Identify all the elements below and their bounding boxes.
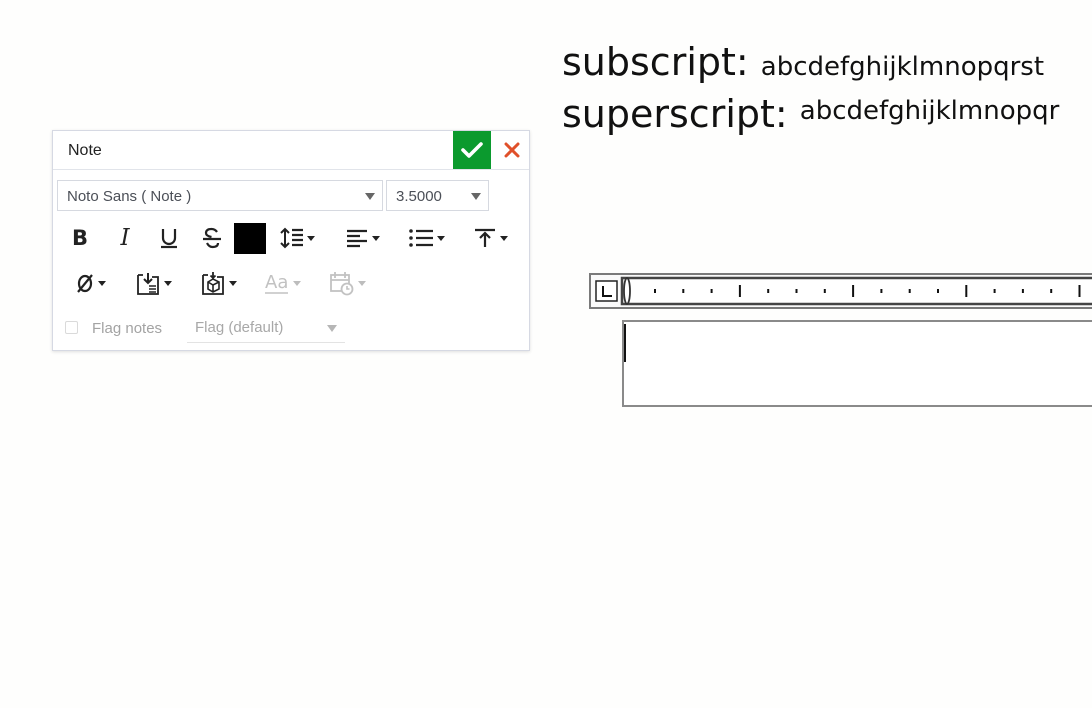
bold-icon: B — [71, 226, 88, 250]
vertical-align-top-icon — [474, 228, 495, 247]
text-color-swatch[interactable] — [234, 223, 266, 254]
subscript-line: subscript: abcdefghijklmnopqrst — [562, 40, 1044, 84]
alignment-button[interactable] — [338, 223, 386, 253]
date-time-button — [323, 268, 371, 298]
strikethrough-button[interactable] — [197, 223, 227, 253]
chevron-down-icon — [97, 280, 106, 286]
text-case-icon: Aa — [264, 272, 288, 294]
text-ruler[interactable] — [589, 273, 1092, 309]
diameter-symbol-icon — [76, 274, 93, 293]
cancel-button[interactable] — [496, 131, 528, 169]
chevron-down-icon — [371, 235, 380, 241]
chevron-down-icon — [436, 235, 445, 241]
chevron-down-icon — [471, 193, 481, 200]
line-spacing-icon — [279, 227, 303, 249]
chevron-down-icon — [357, 280, 366, 286]
bulleted-list-icon — [408, 229, 433, 247]
insert-reference-button[interactable] — [129, 268, 177, 298]
flag-notes-label: Flag notes — [92, 320, 163, 337]
insert-part-property-icon — [201, 272, 224, 295]
line-spacing-button[interactable] — [273, 223, 321, 253]
subscript-sample: abcdefghijklmnopqrst — [760, 52, 1045, 82]
italic-button[interactable]: I — [110, 223, 140, 253]
strikethrough-icon — [203, 227, 221, 249]
accept-button[interactable] — [453, 131, 491, 169]
italic-icon: I — [120, 225, 130, 251]
font-size-value: 3.5000 — [396, 188, 442, 205]
text-caret — [624, 324, 626, 362]
text-case-button: Aa — [258, 268, 306, 298]
superscript-label: superscript: — [562, 92, 788, 136]
font-family-select[interactable]: Noto Sans ( Note ) — [57, 180, 383, 211]
note-text-frame[interactable] — [622, 320, 1092, 407]
subscript-label: subscript: — [562, 40, 749, 84]
checkmark-icon — [461, 142, 483, 158]
date-time-icon — [329, 272, 353, 296]
superscript-line: superscript: abcdefghijklmnopqr — [562, 92, 1059, 136]
dialog-header: Note — [53, 131, 529, 170]
insert-property-button[interactable] — [194, 268, 242, 298]
underline-button[interactable] — [154, 223, 184, 253]
close-icon — [504, 142, 520, 158]
chevron-down-icon — [228, 280, 237, 286]
dialog-title: Note — [68, 142, 102, 159]
ruler-graphics — [595, 276, 1092, 306]
flag-notes-checkbox[interactable] — [65, 321, 78, 334]
symbol-button[interactable] — [66, 268, 114, 298]
chevron-down-icon — [292, 280, 301, 286]
chevron-down-icon — [365, 193, 375, 200]
chevron-down-icon — [499, 235, 508, 241]
bold-button[interactable]: B — [65, 223, 95, 253]
font-family-value: Noto Sans ( Note ) — [67, 188, 192, 205]
chevron-down-icon — [163, 280, 172, 286]
note-dialog: Note Noto Sans ( Note ) 3.5000 B I Aa Fl… — [52, 130, 530, 351]
flag-select-value: Flag (default) — [195, 319, 284, 336]
chevron-down-icon — [327, 325, 337, 332]
vertical-align-button[interactable] — [466, 223, 514, 253]
svg-text:Aa: Aa — [265, 272, 288, 293]
chevron-down-icon — [306, 235, 315, 241]
insert-reference-icon — [136, 273, 159, 295]
flag-select[interactable]: Flag (default) — [187, 315, 345, 343]
align-left-icon — [346, 229, 367, 248]
underline-icon — [161, 229, 177, 249]
list-button[interactable] — [402, 223, 450, 253]
font-size-select[interactable]: 3.5000 — [386, 180, 489, 211]
superscript-sample: abcdefghijklmnopqr — [799, 96, 1060, 126]
